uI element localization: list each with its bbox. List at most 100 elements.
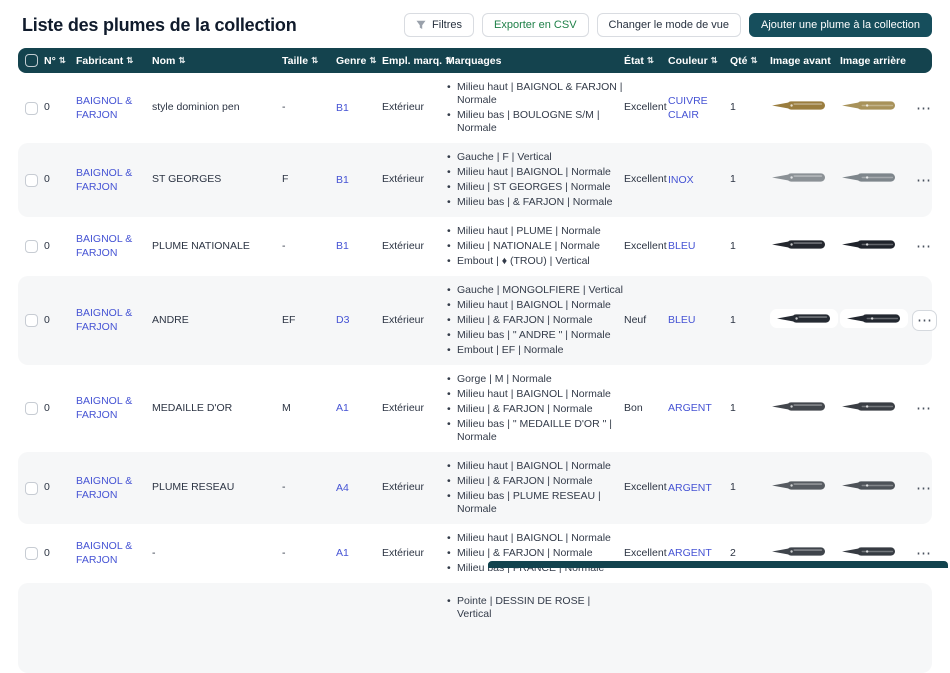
add-plume-button[interactable]: Ajouter une plume à la collection: [749, 13, 932, 37]
sort-icon: ⇅: [369, 55, 376, 66]
row-checkbox[interactable]: [25, 240, 38, 253]
filters-button[interactable]: Filtres: [404, 13, 474, 37]
col-header-num[interactable]: N° ⇅: [44, 55, 76, 67]
couleur-link[interactable]: ARGENT: [668, 546, 712, 560]
marquage-item: Milieu | ST GEORGES | Normale: [446, 181, 624, 194]
sort-icon: ⇅: [126, 55, 133, 66]
row-checkbox[interactable]: [25, 174, 38, 187]
fabricant-link[interactable]: BAIGNOL & FARJON: [76, 474, 152, 502]
image-avant-thumbnail[interactable]: [770, 479, 828, 492]
col-label: N°: [44, 55, 56, 67]
col-header-qte[interactable]: Qté ⇅: [730, 55, 770, 67]
row-checkbox[interactable]: [25, 482, 38, 495]
image-arriere-thumbnail[interactable]: [840, 238, 898, 251]
col-header-taille[interactable]: Taille ⇅: [282, 55, 336, 67]
marquages-list: Milieu haut | BAIGNOL & FARJON | Normale…: [446, 81, 624, 135]
row-checkbox[interactable]: [25, 314, 38, 327]
row-actions-button[interactable]: ⋯: [912, 171, 935, 190]
image-avant-thumbnail[interactable]: [770, 171, 828, 184]
row-etat: Excellent: [624, 240, 668, 254]
row-actions-button[interactable]: ⋯: [912, 399, 935, 418]
couleur-link[interactable]: ARGENT: [668, 481, 712, 495]
marquage-item: Milieu haut | BAIGNOL | Normale: [446, 460, 624, 473]
row-checkbox[interactable]: [25, 547, 38, 560]
genre-link[interactable]: B1: [336, 173, 349, 187]
genre-link[interactable]: A4: [336, 481, 349, 495]
col-header-nom[interactable]: Nom ⇅: [152, 55, 282, 67]
col-header-empl-marq[interactable]: Empl. marq. ⇅: [382, 55, 446, 67]
image-arriere-thumbnail[interactable]: [840, 99, 898, 112]
fabricant-link[interactable]: BAIGNOL & FARJON: [76, 394, 152, 422]
select-all-checkbox[interactable]: [25, 54, 38, 67]
row-empl-marq: Extérieur: [382, 101, 446, 115]
fabricant-link[interactable]: BAIGNOL & FARJON: [76, 166, 152, 194]
col-header-marquages: Marquages: [446, 55, 624, 67]
couleur-link[interactable]: CUIVRE CLAIR: [668, 94, 730, 122]
image-avant-thumbnail[interactable]: [770, 99, 828, 112]
row-qte: 1: [730, 314, 770, 328]
plumes-table: N° ⇅ Fabricant ⇅ Nom ⇅ Taille ⇅ Genre ⇅ …: [18, 48, 932, 673]
marquage-item: Milieu | NATIONALE | Normale: [446, 240, 624, 253]
nib-front-image: [770, 99, 828, 112]
col-label: Genre: [336, 55, 366, 67]
row-num: 0: [44, 402, 76, 416]
nib-back-image: [845, 312, 903, 325]
row-checkbox[interactable]: [25, 402, 38, 415]
image-avant-thumbnail[interactable]: [770, 400, 828, 413]
fabricant-link[interactable]: BAIGNOL & FARJON: [76, 306, 152, 334]
genre-link[interactable]: A1: [336, 401, 349, 415]
col-header-image-arriere: Image arrière: [840, 55, 912, 67]
image-arriere-thumbnail[interactable]: [840, 400, 898, 413]
genre-link[interactable]: B1: [336, 239, 349, 253]
funnel-icon: [416, 20, 426, 30]
row-empl-marq: Extérieur: [382, 173, 446, 187]
nib-back-image: [840, 400, 898, 413]
couleur-link[interactable]: ARGENT: [668, 401, 712, 415]
couleur-link[interactable]: BLEU: [668, 239, 695, 253]
change-view-button[interactable]: Changer le mode de vue: [597, 13, 741, 37]
toolbar: Filtres Exporter en CSV Changer le mode …: [404, 13, 932, 37]
image-avant-thumbnail[interactable]: [770, 309, 838, 328]
row-checkbox[interactable]: [25, 102, 38, 115]
col-label: Empl. marq.: [382, 55, 442, 67]
row-actions-button[interactable]: ⋯: [912, 99, 935, 118]
image-avant-thumbnail[interactable]: [770, 545, 828, 558]
col-header-image-avant: Image avant: [770, 55, 840, 67]
marquage-item: Milieu bas | " ANDRE " | Normale: [446, 329, 624, 342]
image-arriere-thumbnail[interactable]: [840, 479, 898, 492]
row-nom: PLUME NATIONALE: [152, 240, 282, 254]
row-empl-marq: Extérieur: [382, 314, 446, 328]
col-header-genre[interactable]: Genre ⇅: [336, 55, 382, 67]
row-actions-button[interactable]: ⋯: [912, 310, 937, 331]
marquages-list: Gauche | MONGOLFIERE | VerticalMilieu ha…: [446, 284, 624, 357]
image-arriere-thumbnail[interactable]: [840, 309, 908, 328]
nib-back-image: [840, 171, 898, 184]
col-header-etat[interactable]: État ⇅: [624, 55, 668, 67]
image-avant-thumbnail[interactable]: [770, 238, 828, 251]
horizontal-scrollbar-thumb[interactable]: [488, 561, 948, 568]
couleur-link[interactable]: INOX: [668, 173, 694, 187]
col-header-couleur[interactable]: Couleur ⇅: [668, 55, 730, 67]
fabricant-link[interactable]: BAIGNOL & FARJON: [76, 232, 152, 260]
marquage-item: Milieu | & FARJON | Normale: [446, 403, 624, 416]
genre-link[interactable]: A1: [336, 546, 349, 560]
export-csv-button[interactable]: Exporter en CSV: [482, 13, 589, 37]
row-actions-button[interactable]: ⋯: [912, 237, 935, 256]
marquage-item: Milieu | & FARJON | Normale: [446, 547, 624, 560]
image-arriere-thumbnail[interactable]: [840, 171, 898, 184]
couleur-link[interactable]: BLEU: [668, 313, 695, 327]
genre-link[interactable]: B1: [336, 101, 349, 115]
fabricant-link[interactable]: BAIGNOL & FARJON: [76, 94, 152, 122]
row-qte: 1: [730, 240, 770, 254]
sort-icon: ⇅: [711, 55, 718, 66]
fabricant-link[interactable]: BAIGNOL & FARJON: [76, 539, 152, 567]
genre-link[interactable]: D3: [336, 313, 349, 327]
marquages-list: Gauche | F | VerticalMilieu haut | BAIGN…: [446, 151, 624, 209]
image-arriere-thumbnail[interactable]: [840, 545, 898, 558]
marquage-item: Milieu haut | BAIGNOL & FARJON | Normale: [446, 81, 624, 107]
table-row: 0 BAIGNOL & FARJON MEDAILLE D'OR M A1 Ex…: [18, 365, 932, 452]
col-header-fabricant[interactable]: Fabricant ⇅: [76, 55, 152, 67]
sort-icon: ⇅: [178, 55, 185, 66]
row-actions-button[interactable]: ⋯: [912, 479, 935, 498]
marquages-list: Milieu haut | BAIGNOL | NormaleMilieu | …: [446, 460, 624, 516]
